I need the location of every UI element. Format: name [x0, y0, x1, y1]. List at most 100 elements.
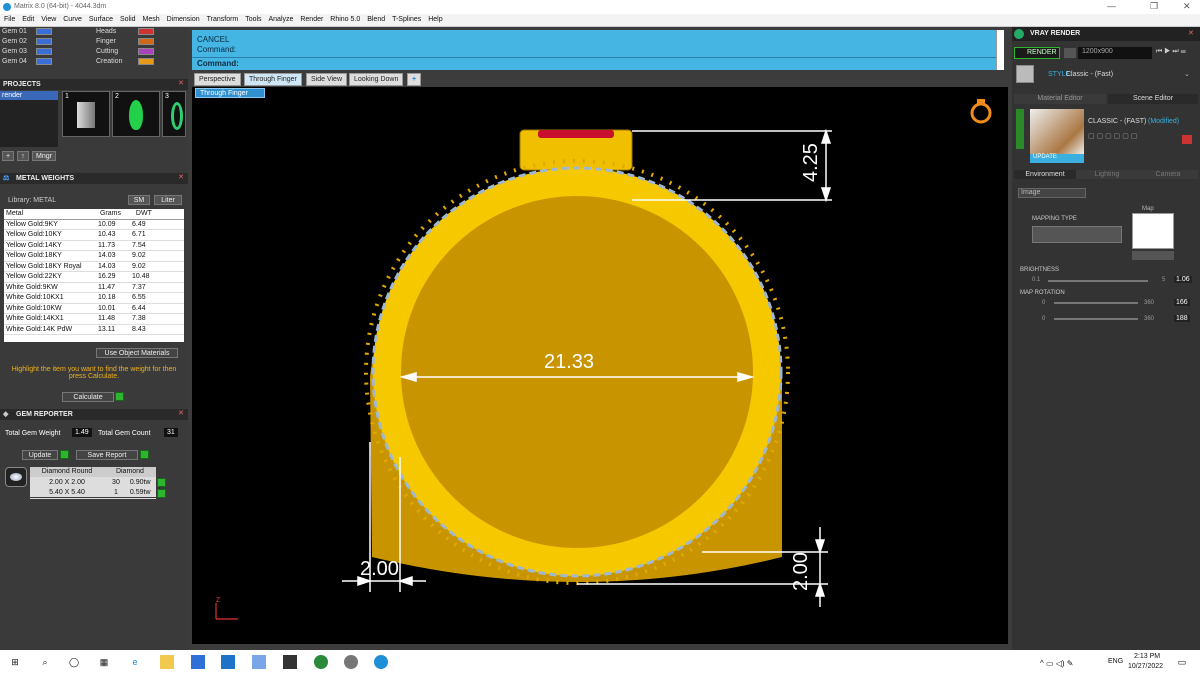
app-icon[interactable] [344, 655, 358, 669]
map-preview-icon[interactable] [1132, 213, 1174, 249]
camera-icon[interactable] [1064, 48, 1076, 58]
notification-icon[interactable]: ▭ [1175, 655, 1189, 669]
table-row[interactable]: White Gold:14KX1 11.48 7.38 [4, 314, 184, 325]
table-row[interactable]: Yellow Gold:9KY 10.09 6.49 [4, 220, 184, 230]
tab-scene-editor[interactable]: Scene Editor [1108, 94, 1198, 104]
preset-swatch[interactable] [138, 58, 154, 65]
search-icon[interactable]: ⌕ [38, 655, 52, 669]
clock-date[interactable]: 10/27/2022 [1128, 663, 1163, 670]
project-thumbnail[interactable]: 2 [112, 91, 160, 137]
minimize-button[interactable]: — [1107, 1, 1116, 11]
tab-through-finger[interactable]: Through Finger [244, 73, 302, 86]
command-scrollbar[interactable] [996, 30, 1004, 70]
table-row[interactable]: Yellow Gold:10KY 10.43 6.71 [4, 230, 184, 241]
project-thumbnail[interactable]: 3 [162, 91, 186, 137]
widgets-icon[interactable]: ▦ [97, 655, 111, 669]
menu-edit[interactable]: Edit [18, 14, 34, 23]
add-project-button[interactable]: + [2, 151, 14, 161]
menu-analyze[interactable]: Analyze [265, 14, 294, 23]
system-tray-icons[interactable]: ^ ▭ ◁) ✎ [1040, 657, 1140, 671]
project-thumbnail[interactable]: 1 [62, 91, 110, 137]
menu-dimension[interactable]: Dimension [163, 14, 200, 23]
table-row[interactable]: White Gold:9KW 11.47 7.37 [4, 283, 184, 293]
material-toolbar-icons[interactable]: ▢ ▢ ▢ ▢ ▢ ▢ [1088, 132, 1184, 140]
menu-render[interactable]: Render [296, 14, 323, 23]
command-input[interactable]: Command: [192, 57, 998, 68]
preset-swatch[interactable] [138, 48, 154, 55]
menu-tools[interactable]: Tools [241, 14, 261, 23]
calculate-button[interactable]: Calculate [62, 392, 114, 402]
close-button[interactable]: ✕ [1183, 1, 1191, 12]
menu-rhino[interactable]: Rhino 5.0 [326, 14, 360, 23]
maximize-button[interactable]: ❐ [1150, 1, 1158, 12]
menu-help[interactable]: Help [424, 14, 442, 23]
rotation-slider[interactable] [1054, 302, 1138, 304]
menu-file[interactable]: File [0, 14, 15, 23]
table-row[interactable]: Yellow Gold:22KY 16.29 10.48 [4, 272, 184, 283]
use-object-materials-checkbox[interactable]: Use Object Materials [96, 348, 178, 358]
app-icon[interactable] [252, 655, 266, 669]
edge-icon[interactable]: e [128, 655, 142, 669]
gem-row-go-icon[interactable] [157, 489, 166, 498]
tab-perspective[interactable]: Perspective [194, 73, 241, 86]
update-go-icon[interactable] [60, 450, 69, 459]
gem-swatch[interactable] [36, 38, 52, 45]
save-report-button[interactable]: Save Report [76, 450, 138, 460]
preset-swatch[interactable] [138, 28, 154, 35]
table-row[interactable]: 2.00 X 2.00 30 0.90tw [30, 478, 156, 488]
tab-looking-down[interactable]: Looking Down [349, 73, 404, 86]
mail-icon[interactable] [221, 655, 235, 669]
task-view-icon[interactable]: ◯ [67, 655, 81, 669]
menu-tsplines[interactable]: T-Splines [388, 14, 421, 23]
chevron-down-icon[interactable]: ⌄ [1184, 70, 1190, 78]
close-icon[interactable]: ✕ [178, 173, 184, 181]
style-select[interactable]: Classic - (Fast) [1066, 71, 1113, 78]
menu-surface[interactable]: Surface [85, 14, 113, 23]
menu-view[interactable]: View [37, 14, 56, 23]
environment-select[interactable]: Image [1018, 188, 1086, 198]
close-icon[interactable]: ✕ [178, 409, 184, 417]
gem-swatch[interactable] [36, 58, 52, 65]
app-icon[interactable] [283, 655, 297, 669]
command-area[interactable]: CANCEL Command: Command: [192, 30, 1004, 70]
gem-row-go-icon[interactable] [157, 478, 166, 487]
ring-view-icon[interactable] [970, 99, 992, 124]
menu-solid[interactable]: Solid [116, 14, 136, 23]
table-row[interactable]: White Gold:10KW 10.01 6.44 [4, 304, 184, 314]
close-icon[interactable]: ✕ [178, 79, 184, 87]
table-row[interactable]: White Gold:14K PdW 13.11 8.43 [4, 325, 184, 335]
gem-swatch[interactable] [36, 28, 52, 35]
matrix-app-icon[interactable] [374, 655, 388, 669]
file-explorer-icon[interactable] [160, 655, 174, 669]
gem-swatch[interactable] [36, 48, 52, 55]
preset-swatch[interactable] [138, 38, 154, 45]
update-button[interactable]: Update [22, 450, 58, 460]
table-row[interactable]: 5.40 X 5.40 1 0.59tw [30, 488, 156, 499]
unit-sm-button[interactable]: SM [128, 195, 150, 205]
store-icon[interactable] [191, 655, 205, 669]
tab-lighting[interactable]: Lighting [1076, 170, 1138, 179]
table-row[interactable]: Yellow Gold:18KY 14.03 9.02 [4, 251, 184, 262]
project-item[interactable]: render [0, 91, 58, 100]
menu-mesh[interactable]: Mesh [139, 14, 160, 23]
resolution-field[interactable]: 1200x900 [1078, 47, 1152, 59]
menu-transform[interactable]: Transform [203, 14, 239, 23]
add-tab-button[interactable]: + [407, 73, 422, 86]
language-indicator[interactable]: ENG [1108, 658, 1123, 665]
clock-time[interactable]: 2:13 PM [1134, 653, 1160, 660]
render-button[interactable]: RENDER [1014, 47, 1060, 59]
table-row[interactable]: White Gold:10KX1 10.18 6.55 [4, 293, 184, 304]
viewport[interactable]: Through Finger 4.25 21.33 2.00 2.00 Z [192, 87, 1008, 644]
map-actions[interactable] [1132, 251, 1174, 260]
rotation-value[interactable]: 166 [1174, 299, 1190, 306]
rotation-value[interactable]: 188 [1174, 315, 1190, 322]
windows-start-icon[interactable]: ⊞ [8, 655, 22, 669]
tab-material-editor[interactable]: Material Editor [1014, 94, 1106, 104]
update-preview-button[interactable]: UPDATE [1030, 154, 1084, 163]
save-report-go-icon[interactable] [140, 450, 149, 459]
menu-curve[interactable]: Curve [59, 14, 82, 23]
brightness-slider[interactable] [1048, 280, 1148, 282]
up-project-button[interactable]: ↑ [17, 151, 29, 161]
gem-row[interactable]: Gem 02 Finger [0, 37, 188, 47]
gem-row[interactable]: Gem 03 Cutting [0, 47, 188, 57]
